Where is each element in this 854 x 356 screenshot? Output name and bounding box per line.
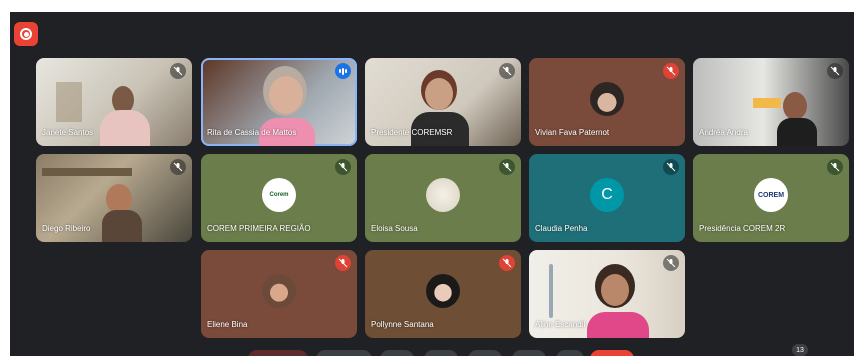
mic-off-icon — [827, 63, 843, 79]
avatar-initial: C — [590, 178, 624, 212]
participant-name: Andréa Andra — [699, 128, 748, 137]
mic-off-icon — [663, 255, 679, 271]
mic-off-icon — [170, 63, 186, 79]
participant-tile[interactable]: Diego Ribeiro — [36, 154, 192, 242]
meeting-stage: Janete Santos Rita de Cassia de Mattos P… — [10, 12, 854, 356]
mic-off-icon — [663, 159, 679, 175]
participant-tile[interactable]: Janete Santos — [36, 58, 192, 146]
corem-logo: Corem — [262, 178, 296, 212]
participant-tile[interactable]: C Claudia Penha — [529, 154, 685, 242]
more-options-button[interactable] — [556, 350, 584, 356]
mic-off-icon — [827, 159, 843, 175]
mic-off-icon — [335, 255, 351, 271]
participant-name: Vivian Fava Paternot — [535, 128, 610, 137]
participant-tile[interactable]: Pollynne Santana — [365, 250, 521, 338]
participant-tile-speaking[interactable]: Rita de Cassia de Mattos — [201, 58, 357, 146]
mic-button[interactable] — [316, 350, 372, 356]
reactions-button[interactable] — [424, 350, 458, 356]
speaking-indicator-icon — [335, 63, 351, 79]
participant-name: Eliene Bina — [207, 320, 248, 329]
participant-name: Claudia Penha — [535, 224, 588, 233]
mic-off-icon — [499, 63, 515, 79]
mic-off-icon — [170, 159, 186, 175]
participant-tile[interactable]: Aline Escandil — [529, 250, 685, 338]
participant-tile[interactable]: Eliene Bina — [201, 250, 357, 338]
mic-off-icon — [335, 159, 351, 175]
mic-off-icon — [499, 255, 515, 271]
leave-call-button[interactable] — [590, 350, 634, 356]
participant-tile[interactable]: Presidente COREMSR — [365, 58, 521, 146]
participant-name: Pollynne Santana — [371, 320, 434, 329]
participant-name: COREM PRIMEIRA REGIÃO — [207, 224, 311, 233]
participant-name: Diego Ribeiro — [42, 224, 91, 233]
participant-name: Presidente COREMSR — [371, 128, 453, 137]
present-button[interactable] — [468, 350, 502, 356]
participant-name: Rita de Cassia de Mattos — [207, 128, 297, 137]
participant-name: Eloisa Sousa — [371, 224, 418, 233]
recording-icon[interactable] — [14, 22, 38, 46]
corem-logo: COREM — [754, 178, 788, 212]
participant-name: Janete Santos — [42, 128, 94, 137]
participant-tile[interactable]: Corem COREM PRIMEIRA REGIÃO — [201, 154, 357, 242]
participant-name: Presidência COREM 2R — [699, 224, 786, 233]
camera-button[interactable] — [248, 350, 308, 356]
participant-tile[interactable]: COREM Presidência COREM 2R — [693, 154, 849, 242]
avatar — [426, 274, 460, 308]
participant-count-badge[interactable]: 13 — [792, 344, 808, 356]
avatar — [590, 82, 624, 116]
participant-name: Aline Escandil — [535, 320, 586, 329]
participant-tile[interactable]: Andréa Andra — [693, 58, 849, 146]
captions-button[interactable] — [380, 350, 414, 356]
participant-tile[interactable]: Vivian Fava Paternot — [529, 58, 685, 146]
mic-off-icon — [663, 63, 679, 79]
avatar — [426, 178, 460, 212]
participant-tile[interactable]: Eloisa Sousa — [365, 154, 521, 242]
raise-hand-button[interactable] — [512, 350, 546, 356]
mic-off-icon — [499, 159, 515, 175]
avatar — [262, 274, 296, 308]
